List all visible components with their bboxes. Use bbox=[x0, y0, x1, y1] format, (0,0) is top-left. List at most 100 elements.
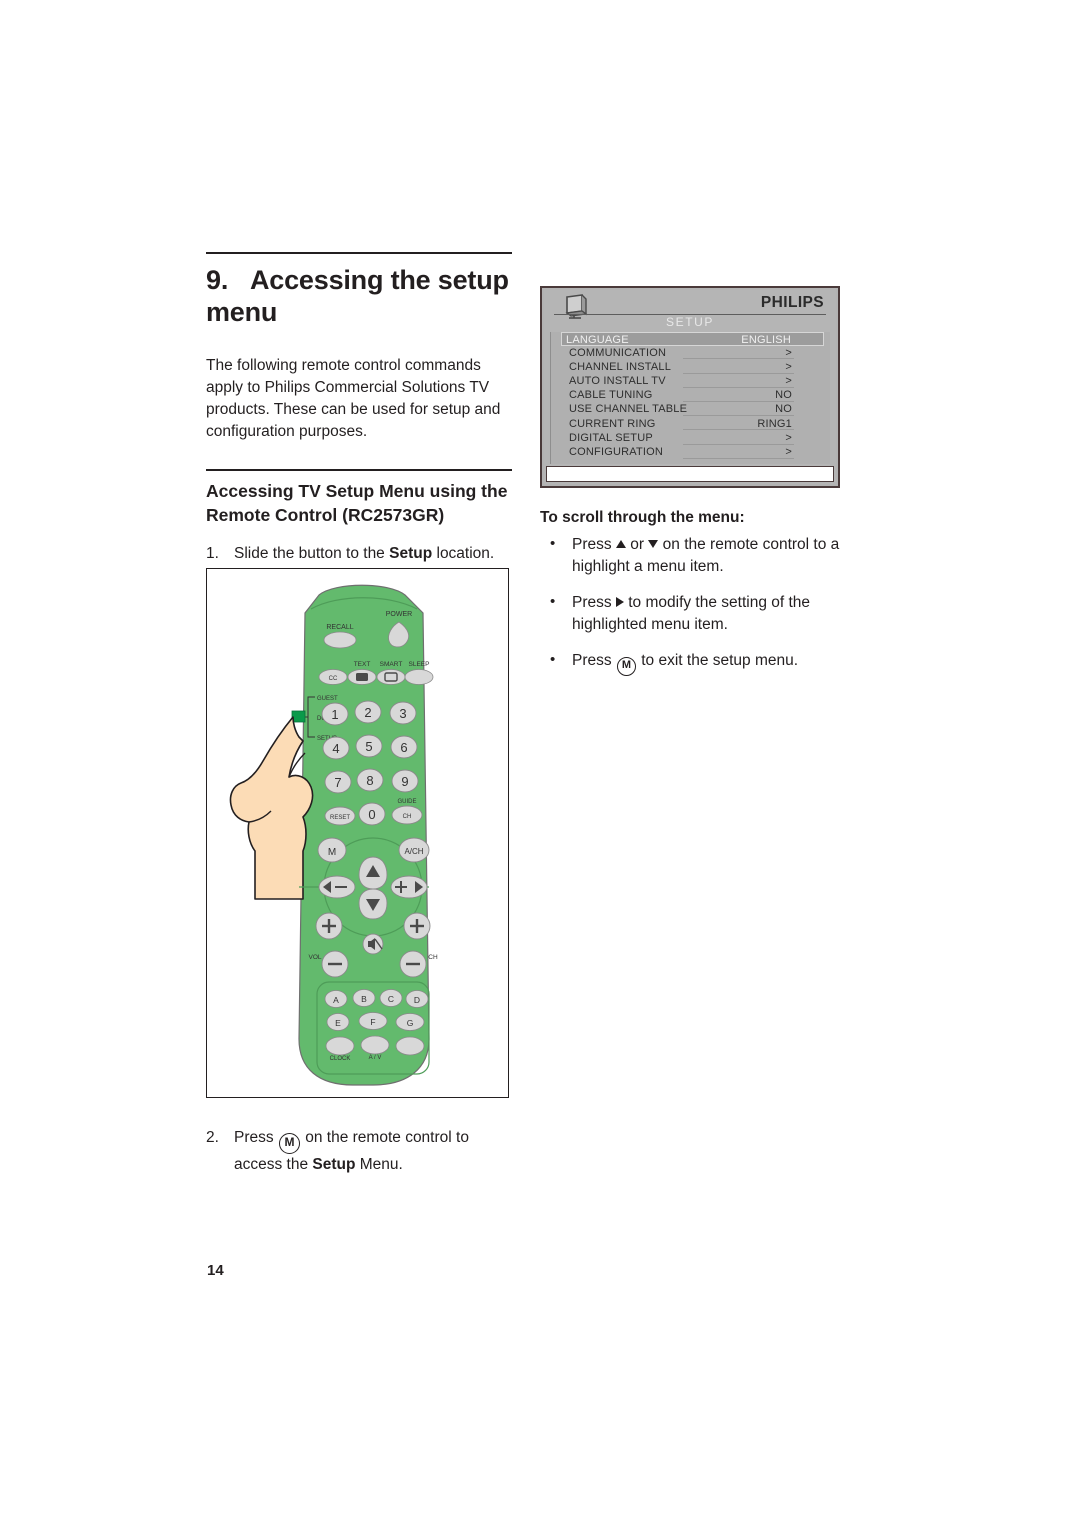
intro-paragraph: The following remote control commands ap… bbox=[206, 356, 501, 440]
svg-text:4: 4 bbox=[332, 741, 339, 756]
osd-row-underline bbox=[683, 443, 794, 445]
osd-row-current-ring[interactable]: CURRENT RING RING1 bbox=[565, 417, 794, 431]
svg-text:A: A bbox=[333, 995, 339, 1005]
osd-footer-bar bbox=[546, 466, 834, 482]
reset-label: RESET bbox=[330, 815, 350, 821]
av-label: A / V bbox=[369, 1055, 382, 1061]
osd-row-language[interactable]: LANGUAGE ENGLISH bbox=[561, 332, 824, 347]
osd-header: PHILIPS SETUP bbox=[544, 290, 836, 329]
osd-row-underline bbox=[683, 358, 794, 360]
av-button[interactable] bbox=[360, 1035, 390, 1055]
osd-row-value: > bbox=[785, 446, 792, 458]
osd-row-value: NO bbox=[775, 403, 792, 416]
smart-button[interactable] bbox=[376, 669, 406, 685]
osd-row-use-channel-table[interactable]: USE CHANNEL TABLE NO bbox=[565, 403, 794, 417]
clock-label: CLOCK bbox=[330, 1056, 351, 1062]
osd-row-label: DIGITAL SETUP bbox=[569, 431, 653, 444]
guide-label: GUIDE bbox=[397, 799, 416, 805]
left-column: 9. Accessing the setup menu The following… bbox=[206, 252, 512, 575]
page-number: 14 bbox=[207, 1262, 224, 1279]
bullet-dot-icon: • bbox=[550, 593, 556, 610]
ch-label: CH bbox=[428, 954, 438, 961]
triangle-right-icon bbox=[615, 596, 624, 607]
osd-row-auto-install-tv[interactable]: AUTO INSTALL TV > bbox=[565, 375, 794, 389]
svg-text:6: 6 bbox=[400, 740, 407, 755]
osd-row-communication[interactable]: COMMUNICATION > bbox=[565, 346, 794, 360]
chapter-number: 9. bbox=[206, 265, 229, 295]
osd-row-value: > bbox=[785, 375, 792, 388]
step-2-bold: Setup bbox=[312, 1156, 356, 1173]
remote-control-diagram: RECALL POWER CC TEXT SMART SLEEP GUEST D… bbox=[229, 584, 438, 1086]
svg-text:F: F bbox=[370, 1017, 375, 1027]
step-1-bold: Setup bbox=[389, 545, 433, 563]
triangle-down-icon bbox=[648, 539, 659, 548]
section-title: Accessing TV Setup Menu using the Remote… bbox=[206, 480, 508, 525]
osd-row-label: USE CHANNEL TABLE bbox=[569, 403, 688, 416]
section-rule bbox=[206, 468, 512, 471]
menu-m-label: M bbox=[328, 847, 336, 858]
osd-row-label: AUTO INSTALL TV bbox=[569, 375, 666, 388]
bullet-item-exit: • Press M to exit the setup menu. bbox=[540, 650, 846, 676]
osd-row-configuration[interactable]: CONFIGURATION > bbox=[565, 446, 794, 460]
step-1-number: 1. bbox=[206, 545, 219, 563]
cc-label: CC bbox=[329, 676, 338, 682]
document-page: 9. Accessing the setup menu The following… bbox=[0, 0, 1080, 1527]
svg-text:G: G bbox=[407, 1018, 414, 1028]
svg-text:5: 5 bbox=[365, 739, 372, 754]
text-icon bbox=[356, 673, 368, 681]
osd-row-channel-install[interactable]: CHANNEL INSTALL > bbox=[565, 360, 794, 374]
scroll-instructions-list: • Press or on the remote control to a hig… bbox=[540, 534, 846, 690]
osd-row-label: CHANNEL INSTALL bbox=[569, 360, 672, 373]
osd-row-label: CONFIGURATION bbox=[569, 446, 664, 458]
step-2-container: 2. Press M on the remote control to acces… bbox=[206, 1127, 512, 1186]
osd-row-label: CURRENT RING bbox=[569, 417, 656, 430]
m-key-icon: M bbox=[616, 657, 636, 676]
bullet-1-text-2: or bbox=[625, 536, 649, 553]
chapter-title-text: Accessing the setup menu bbox=[206, 265, 509, 328]
osd-row-cable-tuning[interactable]: CABLE TUNING NO bbox=[565, 389, 794, 403]
osd-row-underline bbox=[683, 386, 794, 388]
philips-brand-logo: PHILIPS bbox=[760, 294, 824, 311]
step-2-number: 2. bbox=[206, 1129, 219, 1146]
bullet-3-text-2: to exit the setup menu. bbox=[636, 652, 799, 669]
step-1: 1. Slide the button to the Setup location… bbox=[206, 543, 512, 565]
clock-button[interactable] bbox=[325, 1036, 355, 1056]
bullet-2-text-1: Press bbox=[572, 594, 616, 611]
bullet-3-text-1: Press bbox=[572, 652, 616, 669]
osd-row-digital-setup[interactable]: DIGITAL SETUP > bbox=[565, 431, 794, 445]
step-1-text-before: Slide the button to the bbox=[234, 545, 390, 563]
osd-menu-list: LANGUAGE ENGLISH COMMUNICATION > CHANNEL… bbox=[561, 332, 824, 474]
osd-row-value: > bbox=[785, 431, 792, 444]
setup-slide-switch[interactable] bbox=[291, 710, 306, 723]
svg-text:C: C bbox=[388, 994, 394, 1004]
svg-text:3: 3 bbox=[399, 706, 406, 721]
chapter-rule bbox=[206, 252, 512, 254]
step-2-text-after: Menu. bbox=[355, 1156, 403, 1173]
osd-row-label: CABLE TUNING bbox=[569, 389, 653, 402]
recall-label: RECALL bbox=[326, 624, 353, 631]
svg-text:1: 1 bbox=[331, 707, 338, 722]
smart-label: SMART bbox=[380, 661, 403, 668]
svg-text:7: 7 bbox=[334, 775, 341, 790]
step-2: 2. Press M on the remote control to acces… bbox=[206, 1127, 512, 1176]
numeric-keypad[interactable]: 1 2 3 4 5 6 7 8 9 bbox=[321, 700, 419, 794]
step-2-text-before: Press bbox=[234, 1129, 278, 1146]
svg-text:E: E bbox=[335, 1018, 341, 1028]
svg-text:9: 9 bbox=[401, 774, 408, 789]
guide-ch-label: CH bbox=[403, 814, 412, 820]
remote-control-illustration-frame: RECALL POWER CC TEXT SMART SLEEP GUEST D… bbox=[206, 568, 509, 1098]
osd-row-value: ENGLISH bbox=[741, 333, 791, 346]
sleep-label: SLEEP bbox=[409, 661, 430, 668]
svg-text:B: B bbox=[361, 994, 367, 1004]
unlabeled-button[interactable] bbox=[395, 1036, 425, 1056]
sleep-button[interactable] bbox=[404, 669, 434, 685]
osd-row-value: > bbox=[785, 360, 792, 373]
pointing-hand-illustration bbox=[229, 716, 314, 900]
page-title: 9. Accessing the setup menu bbox=[206, 264, 512, 329]
scroll-instructions-heading: To scroll through the menu: bbox=[540, 509, 745, 526]
osd-row-underline bbox=[683, 372, 794, 374]
tv-setup-menu-screenshot: PHILIPS SETUP LANGUAGE ENGLISH COMMUNICA… bbox=[540, 286, 840, 488]
osd-row-value: > bbox=[785, 346, 792, 359]
osd-inner: PHILIPS SETUP LANGUAGE ENGLISH COMMUNICA… bbox=[544, 290, 836, 484]
recall-button[interactable] bbox=[323, 631, 357, 649]
